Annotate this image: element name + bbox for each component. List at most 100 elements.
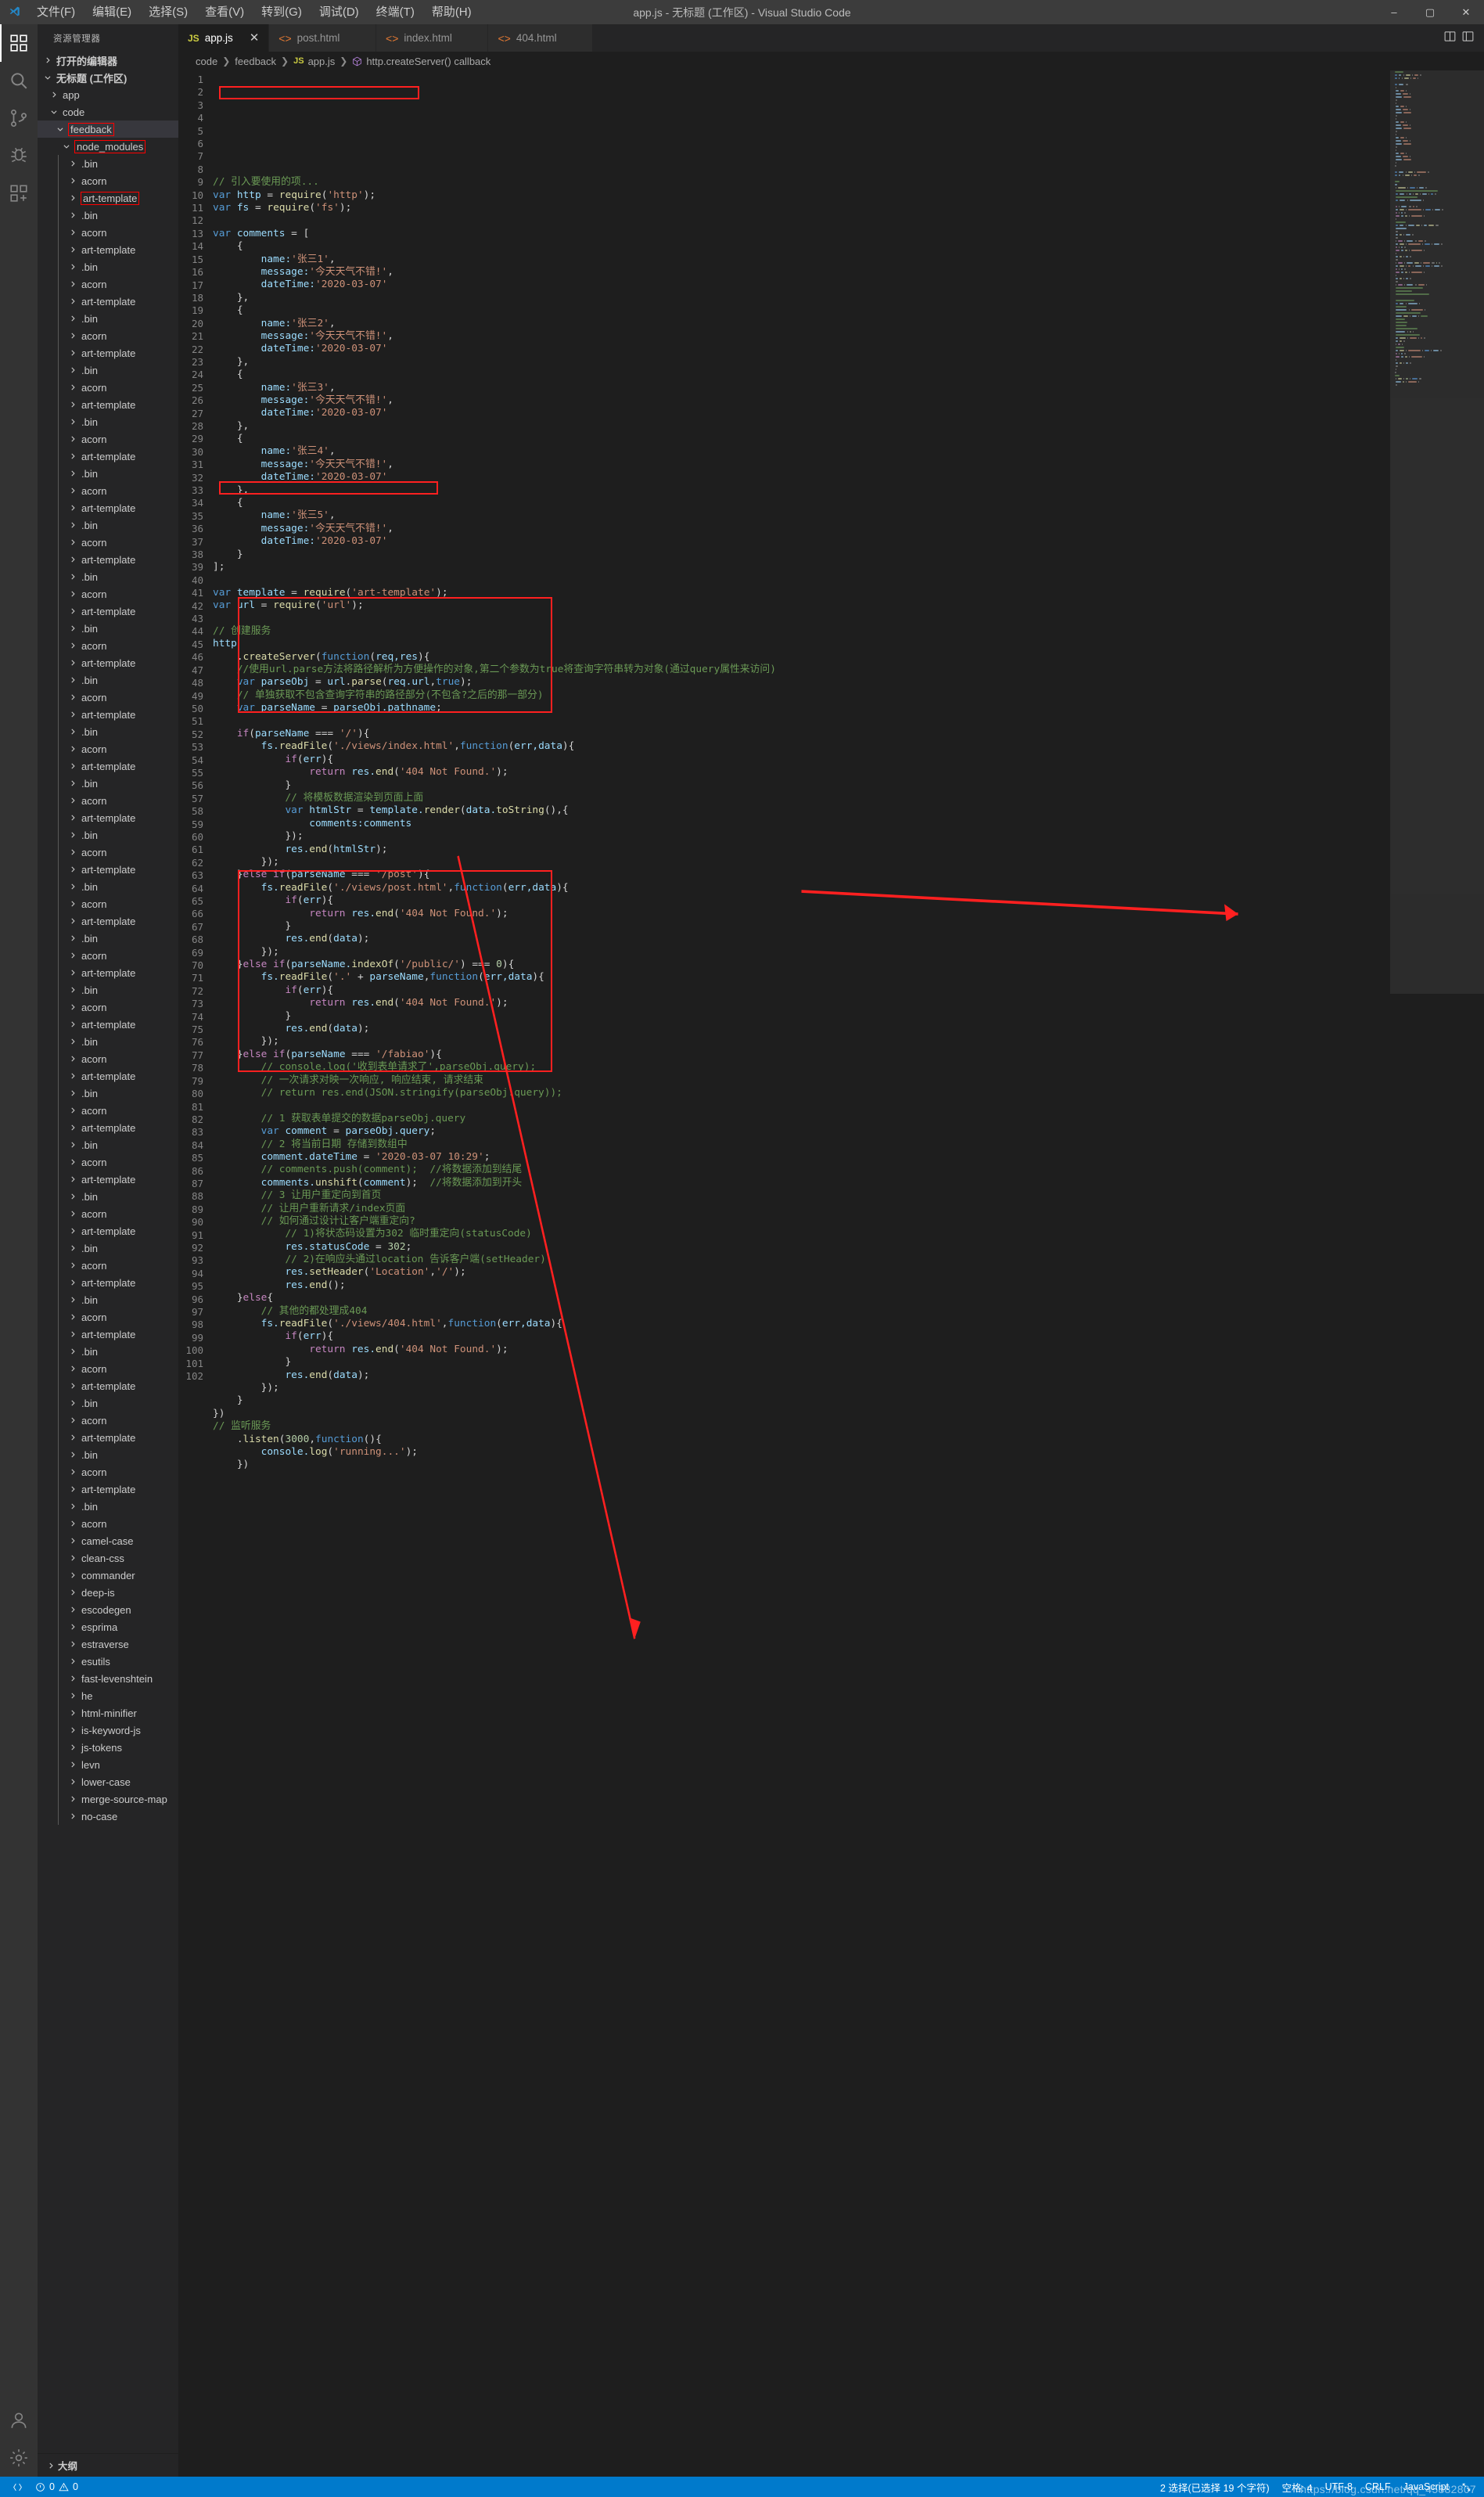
tree-item[interactable]: fast-levenshtein	[38, 1670, 178, 1687]
tree-item[interactable]: acorn	[38, 534, 178, 551]
code-line[interactable]: {	[213, 304, 1390, 317]
chevron-down-icon[interactable]	[61, 142, 72, 150]
problems-indicator[interactable]: 0 0	[29, 2481, 84, 2492]
breadcrumb-item-code[interactable]: code	[196, 56, 217, 67]
code-line[interactable]: comment.dateTime = '2020-03-07 10:29';	[213, 1151, 1390, 1164]
code-line[interactable]: name:'张三4',	[213, 445, 1390, 458]
chevron-right-icon[interactable]	[67, 865, 78, 873]
code-line[interactable]: });	[213, 1035, 1390, 1048]
code-line[interactable]: ];	[213, 561, 1390, 574]
tree-item[interactable]: .bin	[38, 620, 178, 637]
minimap-slider[interactable]	[1390, 70, 1484, 994]
chevron-right-icon[interactable]	[67, 435, 78, 443]
chevron-right-icon[interactable]	[67, 1399, 78, 1407]
code-line[interactable]: }	[213, 920, 1390, 933]
code-line[interactable]: message:'今天天气不错!',	[213, 394, 1390, 407]
tree-item[interactable]: acorn	[38, 895, 178, 912]
tree-item[interactable]: art-template	[38, 757, 178, 775]
chevron-right-icon[interactable]	[67, 418, 78, 426]
indentation-info[interactable]: 空格: 4	[1276, 2480, 1319, 2495]
tree-item[interactable]: acorn	[38, 998, 178, 1016]
breadcrumb[interactable]: code ❯ feedback ❯ JS app.js ❯ http.creat…	[178, 52, 1484, 70]
tree-item[interactable]: .bin	[38, 1446, 178, 1463]
tree-item[interactable]: commander	[38, 1567, 178, 1584]
tree-item[interactable]: art-template	[38, 861, 178, 878]
minimize-button[interactable]: –	[1376, 0, 1412, 24]
code-line[interactable]: .createServer(function(req,res){	[213, 651, 1390, 664]
chevron-right-icon[interactable]	[67, 797, 78, 804]
code-line[interactable]: {	[213, 240, 1390, 253]
code-line[interactable]: {	[213, 497, 1390, 509]
tree-item[interactable]: estraverse	[38, 1635, 178, 1653]
chevron-right-icon[interactable]	[67, 556, 78, 563]
chevron-right-icon[interactable]	[67, 1502, 78, 1510]
chevron-right-icon[interactable]	[67, 573, 78, 581]
chevron-right-icon[interactable]	[67, 177, 78, 185]
chevron-right-icon[interactable]	[67, 848, 78, 856]
code-line[interactable]: var http = require('http');	[213, 189, 1390, 202]
tree-item[interactable]: levn	[38, 1756, 178, 1773]
tree-item[interactable]: acorn	[38, 482, 178, 499]
tree-item[interactable]: esprima	[38, 1618, 178, 1635]
close-button[interactable]: ✕	[1448, 0, 1484, 24]
chevron-right-icon[interactable]	[67, 831, 78, 839]
code-line[interactable]: res.end(data);	[213, 1023, 1390, 1035]
code-line[interactable]: fs.readFile('.' + parseName,function(err…	[213, 971, 1390, 984]
code-line[interactable]	[213, 1472, 1390, 1484]
chevron-right-icon[interactable]	[67, 762, 78, 770]
code-line[interactable]	[213, 574, 1390, 586]
code-line[interactable]: return res.end('404 Not Found.');	[213, 766, 1390, 779]
feedback-smiley-icon[interactable]	[1455, 2482, 1478, 2492]
tab-index-html[interactable]: <> index.html ✕	[376, 24, 489, 52]
tree-item[interactable]: acorn	[38, 327, 178, 344]
chevron-right-icon[interactable]	[67, 969, 78, 977]
code-line[interactable]: fs.readFile('./views/index.html',functio…	[213, 740, 1390, 753]
tab-post-html[interactable]: <> post.html ✕	[269, 24, 377, 52]
chevron-right-icon[interactable]	[67, 228, 78, 236]
explorer-icon[interactable]	[0, 24, 38, 62]
settings-gear-icon[interactable]	[0, 2439, 38, 2477]
code-line[interactable]: {	[213, 369, 1390, 381]
chevron-right-icon[interactable]	[67, 1589, 78, 1596]
chevron-right-icon[interactable]	[67, 624, 78, 632]
chevron-right-icon[interactable]	[67, 1296, 78, 1304]
tree-item[interactable]: .bin	[38, 671, 178, 689]
chevron-right-icon[interactable]	[67, 728, 78, 736]
code-line[interactable]: }	[213, 1394, 1390, 1407]
code-line[interactable]: res.end(htmlStr);	[213, 844, 1390, 856]
chevron-right-icon[interactable]	[67, 1175, 78, 1183]
code-line[interactable]: console.log('running...');	[213, 1446, 1390, 1459]
code-line[interactable]: // 如何通过设计让客户端重定向?	[213, 1215, 1390, 1228]
tree-item[interactable]: acorn	[38, 172, 178, 189]
tree-item[interactable]: .bin	[38, 155, 178, 172]
chevron-right-icon[interactable]	[67, 1795, 78, 1803]
minimap[interactable]	[1390, 70, 1484, 2477]
chevron-right-icon[interactable]	[67, 917, 78, 925]
chevron-right-icon[interactable]	[67, 1468, 78, 1476]
tree-item[interactable]: art-template	[38, 1274, 178, 1291]
tree-item[interactable]: art-template	[38, 706, 178, 723]
tree-item[interactable]: art-template	[38, 1067, 178, 1085]
chevron-right-icon[interactable]	[67, 1692, 78, 1700]
tree-item[interactable]: art-template	[38, 1481, 178, 1498]
code-line[interactable]: var template = require('art-template');	[213, 587, 1390, 599]
code-line[interactable]: // 一次请求对映一次响应, 响应结束, 请求结束	[213, 1074, 1390, 1087]
tree-item[interactable]: acorn	[38, 947, 178, 964]
language-mode[interactable]: JavaScript	[1397, 2481, 1455, 2492]
tree-item[interactable]: art-template	[38, 396, 178, 413]
tree-item[interactable]: .bin	[38, 723, 178, 740]
chevron-right-icon[interactable]	[67, 521, 78, 529]
chevron-right-icon[interactable]	[67, 883, 78, 891]
chevron-right-icon[interactable]	[67, 452, 78, 460]
chevron-right-icon[interactable]	[67, 1743, 78, 1751]
tree-item[interactable]: acorn	[38, 689, 178, 706]
code-line[interactable]: //使用url.parse方法将路径解析为方便操作的对象,第二个参数为true将…	[213, 664, 1390, 676]
chevron-right-icon[interactable]	[67, 1261, 78, 1269]
tree-item[interactable]: .bin	[38, 826, 178, 844]
chevron-right-icon[interactable]	[42, 56, 53, 64]
code-line[interactable]	[213, 715, 1390, 728]
tree-item[interactable]: art-template	[38, 551, 178, 568]
code-editor[interactable]: 1 2 3 4 5 6 7 8 9 10 11 12 13 14 15 16 17 18 19 20 21 22 23 24 2…	[178, 70, 1484, 2477]
chevron-right-icon[interactable]	[67, 1657, 78, 1665]
tree-item[interactable]: node_modules	[38, 138, 178, 155]
